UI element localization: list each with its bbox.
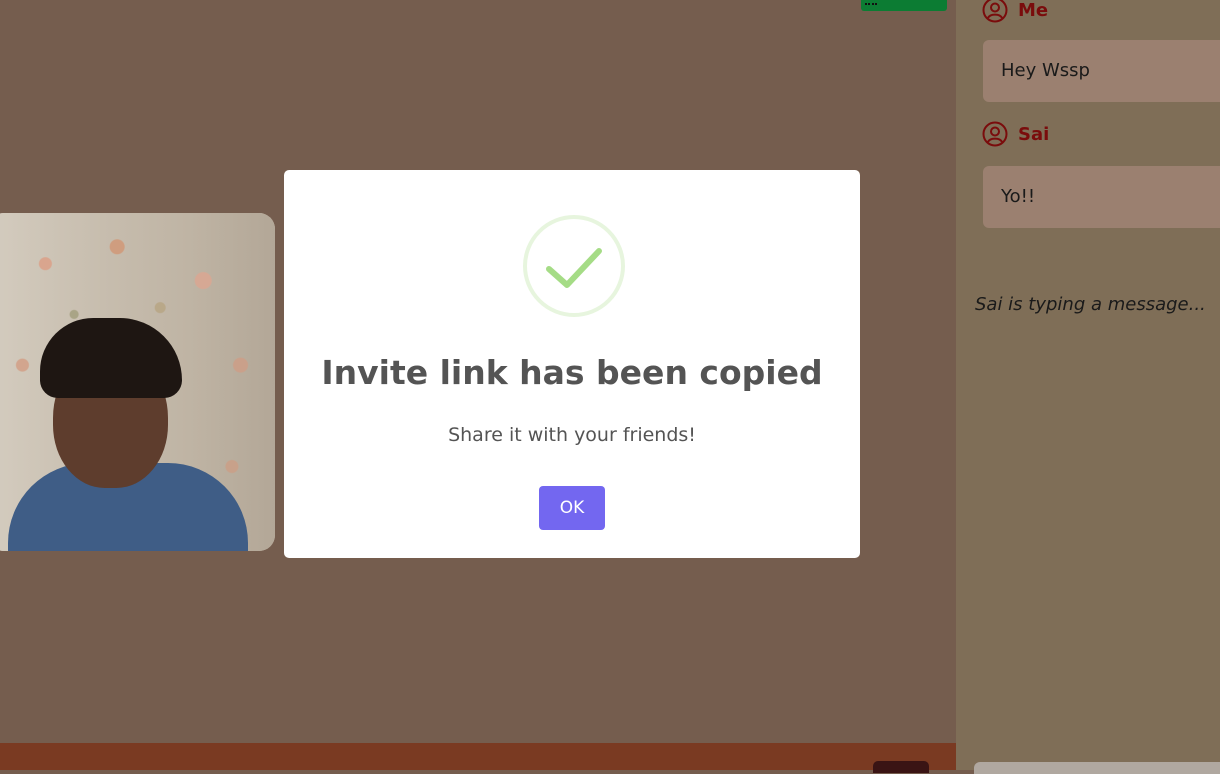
dots-icon — [865, 0, 877, 5]
user-circle-icon — [982, 0, 1008, 23]
chat-panel: Me Hey Wssp Sai Yo!! Sai is typing a mes… — [956, 0, 1220, 774]
chat-message: Hey Wssp — [983, 40, 1220, 102]
modal-text: Share it with your friends! — [448, 424, 696, 446]
participant-video — [0, 213, 275, 551]
sender-name: Me — [1018, 0, 1049, 21]
typing-indicator: Sai is typing a message... — [975, 294, 1206, 315]
alert-modal: Invite link has been copied Share it wit… — [284, 170, 860, 558]
invite-button[interactable] — [861, 0, 947, 11]
success-icon — [523, 215, 625, 317]
checkmark-icon — [546, 248, 602, 288]
end-call-button[interactable] — [873, 761, 929, 773]
chat-input[interactable] — [974, 762, 1220, 774]
sender-name: Sai — [1018, 123, 1050, 145]
modal-title: Invite link has been copied — [321, 353, 823, 392]
user-circle-icon — [982, 121, 1008, 147]
call-controls-bar — [0, 743, 956, 773]
ok-button[interactable]: OK — [539, 486, 605, 530]
chat-sender-me: Me — [982, 0, 1048, 23]
chat-sender-sai: Sai — [982, 121, 1049, 147]
chat-message: Yo!! — [983, 166, 1220, 228]
